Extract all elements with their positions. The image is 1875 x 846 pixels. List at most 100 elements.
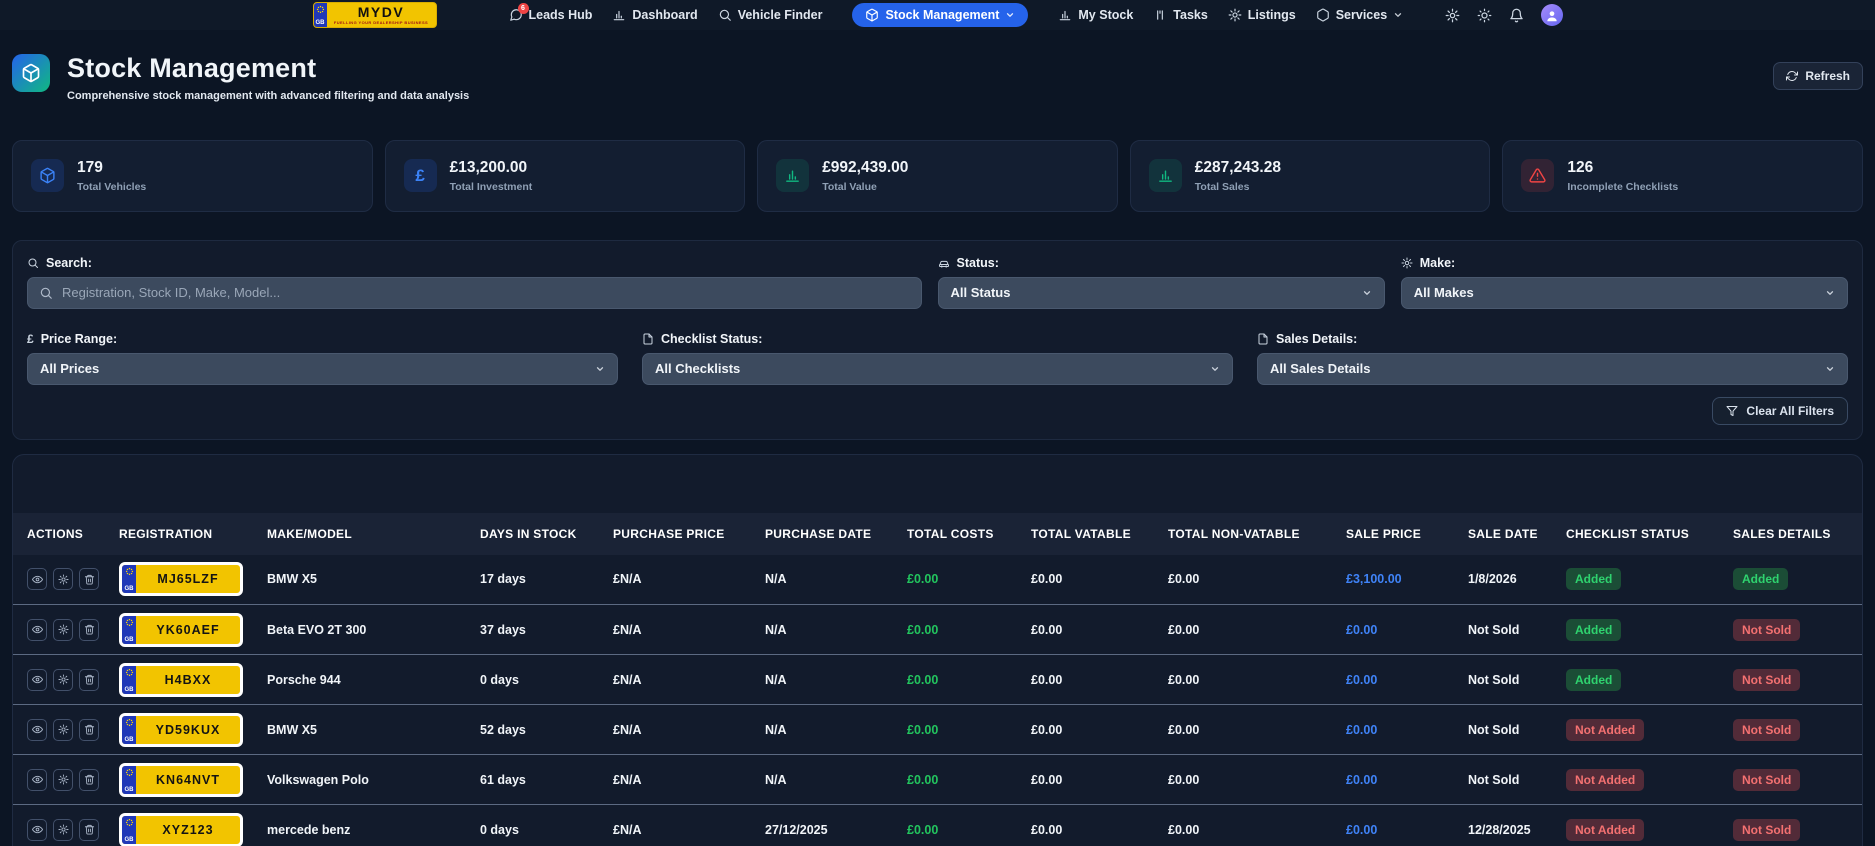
stat-value: £13,200.00	[449, 158, 528, 176]
purchase-date-cell: 27/12/2025	[765, 822, 828, 837]
settings-button[interactable]	[53, 768, 73, 791]
view-button[interactable]	[27, 618, 47, 641]
nav-item-dashboard[interactable]: Dashboard	[612, 8, 698, 22]
stat-card-total-investment: £ £13,200.00 Total Investment	[384, 139, 746, 212]
column-header-purchase-price: PURCHASE PRICE	[613, 526, 725, 541]
make-field: Make: All Makes	[1400, 255, 1848, 309]
sales-details-label: Sales Details:	[1257, 331, 1848, 347]
make-label: Make:	[1401, 255, 1848, 271]
delete-button[interactable]	[79, 668, 99, 691]
stat-value: £992,439.00	[822, 158, 909, 176]
settings-button[interactable]	[53, 618, 73, 641]
top-navbar: GB MYDV FUELLING YOUR DEALERSHIP BUSINES…	[0, 0, 1875, 30]
stat-card-incomplete-checklists: 126 Incomplete Checklists	[1502, 139, 1863, 212]
delete-button[interactable]	[79, 768, 99, 791]
chevron-down-icon	[1825, 364, 1835, 374]
total-costs-cell: £0.00	[907, 572, 939, 587]
nav-item-label: Tasks	[1173, 8, 1208, 22]
checklist-status-badge: Not Added	[1566, 718, 1645, 741]
nav-item-label: Stock Management	[885, 8, 1000, 22]
column-header-total-non-vatable: TOTAL NON-VATABLE	[1168, 526, 1300, 541]
delete-button[interactable]	[79, 618, 99, 641]
nav-item-vehicle-finder[interactable]: Vehicle Finder	[718, 8, 822, 22]
view-button[interactable]	[27, 818, 47, 841]
registration-plate[interactable]: GB YD59KUX	[119, 712, 243, 747]
view-button[interactable]	[27, 568, 47, 591]
nav-item-tasks[interactable]: Tasks	[1153, 8, 1208, 22]
trash-icon	[84, 574, 95, 585]
settings-button[interactable]	[53, 668, 73, 691]
nav-item-listings[interactable]: Listings	[1228, 8, 1296, 22]
mydv-logo[interactable]: GB MYDV FUELLING YOUR DEALERSHIP BUSINES…	[312, 2, 437, 28]
purchase-price-cell: £N/A	[613, 772, 642, 787]
user-avatar[interactable]	[1540, 4, 1563, 26]
checklist-status-badge: Added	[1566, 568, 1622, 591]
settings-button[interactable]	[53, 568, 73, 591]
make-model-cell: Beta EVO 2T 300	[267, 622, 367, 637]
pound-icon: £	[403, 159, 437, 193]
sales-details-select[interactable]: All Sales Details	[1257, 352, 1848, 385]
purchase-price-cell: £N/A	[613, 622, 642, 637]
delete-button[interactable]	[79, 818, 99, 841]
make-select[interactable]: All Makes	[1400, 276, 1848, 309]
delete-button[interactable]	[79, 568, 99, 591]
trash-icon	[84, 824, 95, 835]
price-range-select[interactable]: All Prices	[27, 352, 618, 385]
sale-price-cell: £0.00	[1346, 672, 1378, 687]
view-button[interactable]	[27, 718, 47, 741]
filters-panel: Search: Status: All Status Make:	[12, 239, 1863, 440]
delete-button[interactable]	[79, 718, 99, 741]
chart-bars-icon	[776, 159, 810, 193]
logo-tagline: FUELLING YOUR DEALERSHIP BUSINESS	[333, 20, 429, 25]
sale-price-cell: £0.00	[1346, 722, 1378, 737]
status-select[interactable]: All Status	[937, 276, 1385, 309]
eye-icon	[31, 624, 43, 635]
total-non-vatable-cell: £0.00	[1168, 672, 1200, 687]
table-row: GB H4BXX Porsche 944 0 days £N/A N/A £0.00 £0…	[13, 654, 1862, 705]
nav-item-services[interactable]: Services	[1316, 8, 1403, 22]
chevron-down-icon	[1210, 364, 1220, 374]
search-input[interactable]	[62, 285, 910, 301]
notifications-button[interactable]	[1509, 8, 1524, 23]
eye-icon	[31, 674, 43, 685]
settings-button[interactable]	[1445, 8, 1460, 23]
checklist-status-select[interactable]: All Checklists	[642, 352, 1233, 385]
refresh-button[interactable]: Refresh	[1773, 62, 1863, 90]
nav-item-stock-management[interactable]: Stock Management	[852, 3, 1029, 27]
total-costs-cell: £0.00	[907, 822, 939, 837]
registration-plate[interactable]: GB XYZ123	[119, 812, 243, 846]
eye-icon	[31, 574, 43, 585]
registration-plate[interactable]: GB YK60AEF	[119, 612, 243, 647]
registration-plate[interactable]: GB H4BXX	[119, 662, 243, 697]
status-label: Status:	[938, 255, 1385, 271]
gear-icon	[57, 824, 69, 835]
gb-plate-band-icon: GB	[122, 765, 136, 794]
price-range-field: £ Price Range: All Prices	[27, 331, 618, 385]
clear-filters-button[interactable]: Clear All Filters	[1712, 396, 1848, 425]
column-header-purchase-date: PURCHASE DATE	[765, 526, 872, 541]
table-row: GB XYZ123 mercede benz 0 days £N/A 27/12/20…	[13, 804, 1862, 846]
nav-item-my-stock[interactable]: My Stock	[1058, 8, 1133, 22]
settings-button[interactable]	[53, 818, 73, 841]
sales-details-field: Sales Details: All Sales Details	[1257, 331, 1848, 385]
hexagon-icon	[1316, 8, 1330, 22]
make-model-cell: mercede benz	[267, 822, 351, 837]
settings-button[interactable]	[53, 718, 73, 741]
view-button[interactable]	[27, 668, 47, 691]
make-model-cell: BMW X5	[267, 572, 317, 587]
cube-icon	[31, 159, 64, 193]
gb-plate-band-icon: GB	[122, 615, 136, 644]
chevron-down-icon	[595, 364, 605, 374]
gb-plate-band-icon: GB	[122, 665, 136, 694]
sales-details-badge: Not Sold	[1733, 818, 1801, 841]
purchase-price-cell: £N/A	[613, 572, 642, 587]
registration-plate[interactable]: GB KN64NVT	[119, 762, 243, 797]
checklist-status-badge: Added	[1566, 618, 1622, 641]
checklist-status-label: Checklist Status:	[642, 331, 1233, 347]
theme-button[interactable]	[1477, 8, 1492, 23]
total-non-vatable-cell: £0.00	[1168, 572, 1200, 587]
view-button[interactable]	[27, 768, 47, 791]
registration-plate[interactable]: GB MJ65LZF	[119, 562, 243, 597]
nav-item-leads-hub[interactable]: 6 Leads Hub	[509, 3, 592, 22]
page-header: Stock Management Comprehensive stock man…	[12, 53, 1863, 102]
